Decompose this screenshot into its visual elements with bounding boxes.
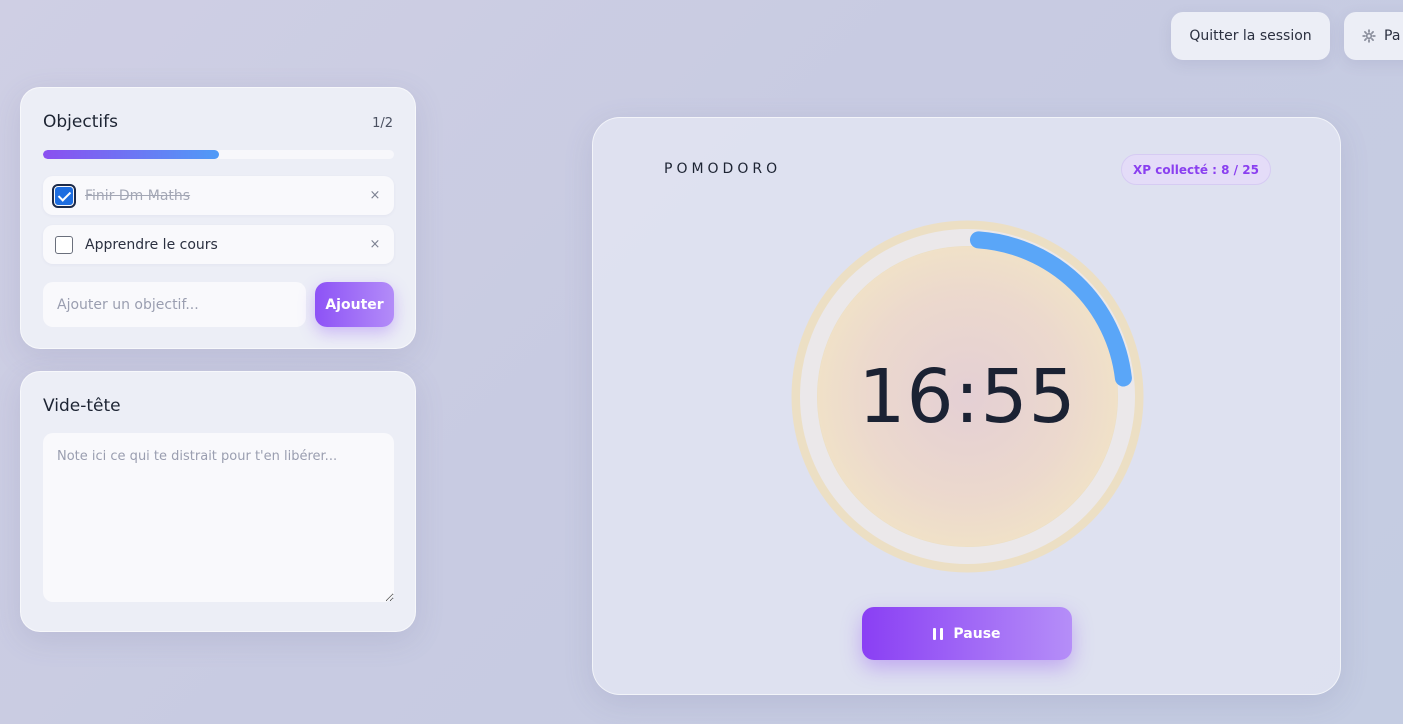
gear-icon xyxy=(1362,29,1376,43)
goal-checkbox[interactable] xyxy=(52,183,76,208)
goals-progress-bar xyxy=(43,150,394,159)
goals-count: 1/2 xyxy=(372,116,393,131)
goals-progress-fill xyxy=(43,150,219,159)
goals-card: Objectifs 1/2 Finir Dm Maths × Apprendre… xyxy=(20,87,416,349)
quit-session-button[interactable]: Quitter la session xyxy=(1171,12,1330,60)
goals-title: Objectifs xyxy=(43,112,118,132)
remove-goal-icon[interactable]: × xyxy=(368,237,382,252)
xp-badge: XP collecté : 8 / 25 xyxy=(1121,154,1271,185)
pomodoro-label: POMODORO xyxy=(664,161,782,177)
goal-item: Finir Dm Maths × xyxy=(43,176,394,215)
pause-button[interactable]: Pause xyxy=(862,607,1072,660)
braindump-title: Vide-tête xyxy=(43,396,121,416)
settings-label: Pa xyxy=(1384,28,1401,44)
settings-button[interactable]: Pa xyxy=(1344,12,1403,60)
pause-label: Pause xyxy=(953,625,1001,642)
timer-display: 16:55 xyxy=(858,353,1077,440)
pause-icon xyxy=(933,627,944,640)
goal-label: Finir Dm Maths xyxy=(85,187,191,204)
goal-item: Apprendre le cours × xyxy=(43,225,394,264)
quit-session-label: Quitter la session xyxy=(1189,28,1312,44)
add-goal-button[interactable]: Ajouter xyxy=(315,282,394,327)
goal-label: Apprendre le cours xyxy=(85,236,218,253)
braindump-card: Vide-tête xyxy=(20,371,416,632)
braindump-textarea[interactable] xyxy=(43,433,394,602)
remove-goal-icon[interactable]: × xyxy=(368,188,382,203)
timer-dial: 16:55 xyxy=(790,219,1145,574)
pomodoro-card: POMODORO XP collecté : 8 / 25 16:55 Paus… xyxy=(592,117,1341,695)
add-goal-input[interactable] xyxy=(43,282,306,327)
goal-checkbox[interactable] xyxy=(55,235,73,254)
